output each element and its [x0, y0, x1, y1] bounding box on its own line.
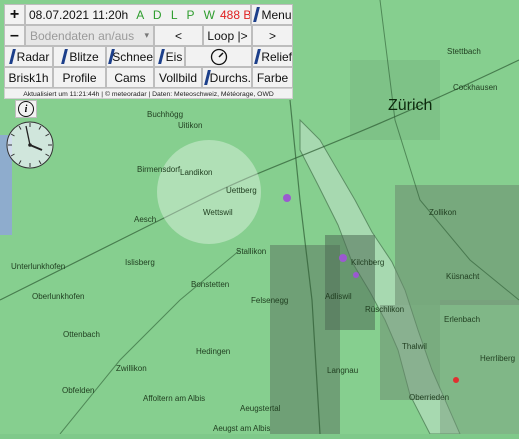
map-label-aesch: Aesch	[134, 215, 157, 224]
color-button[interactable]: Farbe	[252, 67, 293, 88]
clock-icon	[6, 121, 54, 169]
prev-frame-button[interactable]: <	[154, 25, 203, 46]
map-label-birmensdorf: Birmensdorf	[137, 165, 181, 174]
check-icon	[157, 49, 164, 64]
map-label-kusnacht: Küsnacht	[446, 272, 480, 281]
next-frame-button[interactable]: >	[252, 25, 293, 46]
map-label-stettbach: Stettbach	[447, 47, 481, 56]
clock-widget	[5, 120, 55, 170]
zoom-in-button[interactable]: +	[4, 4, 25, 25]
loop-button[interactable]: Loop |>	[203, 25, 252, 46]
radar-cell	[325, 235, 375, 330]
lightning-count: 488 Blitze	[219, 7, 251, 22]
map-label-herrliberg: Herrliberg	[480, 354, 516, 363]
map-label-oberlunkhofen: Oberlunkhofen	[32, 292, 85, 301]
ground-data-label: Bodendaten an/aus	[30, 28, 135, 43]
map-label-zollikon: Zollikon	[429, 208, 457, 217]
info-icon: i	[18, 101, 34, 117]
radar-label: Radar	[16, 49, 50, 64]
menu-button[interactable]: Menu	[251, 4, 293, 25]
layer-w[interactable]: W	[204, 8, 218, 22]
lightning-marker	[339, 254, 347, 262]
map-label-rueschlikon: Rüschlikon	[365, 305, 405, 314]
map-label-cockhausen: Cockhausen	[453, 83, 498, 92]
relief-label: Relief	[261, 49, 292, 64]
update-caption: Aktualisiert um 11:21:44h | © meteoradar…	[4, 88, 293, 99]
ground-data-select[interactable]: Bodendaten an/aus ▾	[25, 25, 154, 46]
map-label-affoltern: Affoltern am Albis	[143, 394, 206, 403]
cams-button[interactable]: Cams	[106, 67, 154, 88]
layer-a[interactable]: A	[136, 8, 146, 22]
info-button[interactable]: i	[15, 100, 37, 118]
ice-toggle[interactable]: Eis	[154, 46, 185, 67]
layer-l[interactable]: L	[171, 8, 180, 22]
map-label-aeugstertal: Aeugstertal	[240, 404, 281, 413]
check-icon	[203, 70, 208, 85]
map-label-obfelden: Obfelden	[62, 386, 95, 395]
map-label-buchhoegg: Buchhögg	[147, 110, 184, 119]
map-label-aeugst: Aeugst am Albis	[213, 424, 271, 433]
lightning-marker	[353, 272, 359, 278]
map-label-langnau: Langnau	[327, 366, 359, 375]
lightning-toggle[interactable]: Blitze	[53, 46, 106, 67]
check-icon	[8, 49, 15, 64]
map-label-stallikon: Stallikon	[236, 247, 267, 256]
map-label-wettswil: Wettswil	[203, 208, 233, 217]
map-label-uettberg: Uettberg	[226, 186, 257, 195]
check-icon	[107, 49, 110, 64]
menu-label: Menu	[261, 7, 292, 22]
transparency-label: Durchs.	[209, 70, 251, 85]
snow-label: Schnee	[112, 49, 153, 64]
check-icon	[253, 49, 259, 64]
map-label-islisberg: Islisberg	[125, 258, 155, 267]
brisk-button[interactable]: Brisk1h	[4, 67, 53, 88]
status-bar: 08.07.2021 11:20h A D L P W 488 Blitze	[25, 4, 251, 25]
lightning-marker-recent	[453, 377, 459, 383]
radar-toggle[interactable]: Radar	[4, 46, 53, 67]
map-label-bonstetten: Bonstetten	[191, 280, 230, 289]
layer-p[interactable]: P	[187, 8, 198, 22]
chevron-down-icon: ▾	[144, 30, 149, 40]
map-label-landikon: Landikon	[180, 168, 213, 177]
map-label-hedingen: Hedingen	[196, 347, 231, 356]
map-label-unterlunkhofen: Unterlunkhofen	[11, 262, 66, 271]
profile-button[interactable]: Profile	[53, 67, 106, 88]
map-label-uitikon: Uitikon	[178, 121, 203, 130]
ice-label: Eis	[165, 49, 183, 64]
gauge-icon	[210, 48, 227, 65]
transparency-toggle[interactable]: Durchs.	[202, 67, 252, 88]
map-label-zwillikon: Zwillikon	[116, 364, 147, 373]
map-label-thalwil: Thalwil	[402, 342, 427, 351]
radar-cell	[380, 305, 440, 400]
map-label-erlenbach: Erlenbach	[444, 315, 481, 324]
fullscreen-button[interactable]: Vollbild	[154, 67, 202, 88]
map-label-ottenbach: Ottenbach	[63, 330, 100, 339]
relief-toggle[interactable]: Relief	[252, 46, 293, 67]
check-icon	[60, 49, 67, 64]
lightning-marker	[283, 194, 291, 202]
layer-letters[interactable]: A D L P W	[136, 8, 218, 22]
map-label-zurich: Zürich	[388, 97, 433, 114]
map-label-adliswil: Adliswil	[325, 292, 352, 301]
datetime-label: 08.07.2021 11:20h	[29, 7, 129, 22]
layer-d[interactable]: D	[153, 8, 165, 22]
snow-toggle[interactable]: Schnee	[106, 46, 154, 67]
check-icon	[252, 7, 259, 22]
lightning-label: Blitze	[69, 49, 99, 64]
map-label-felsenegg: Felsenegg	[251, 296, 289, 305]
map-label-oberrieden: Oberrieden	[409, 393, 450, 402]
compass-button[interactable]	[185, 46, 252, 67]
zoom-out-button[interactable]: –	[4, 25, 25, 46]
map-label-kilchberg: Kilchberg	[351, 258, 385, 267]
